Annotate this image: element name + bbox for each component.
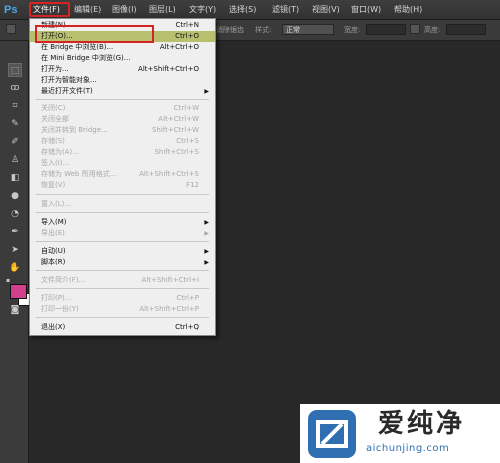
submenu-arrow-icon: ▶ <box>204 259 209 266</box>
menu-item-open-smart-object[interactable]: 打开为智能对象... <box>30 75 215 86</box>
menu-bar: Ps 文件(F) 编辑(E) 图像(I) 图层(L) 文字(Y) 选择(S) 滤… <box>0 0 500 20</box>
menu-item-print[interactable]: 打印(P)... Ctrl+P <box>30 293 215 304</box>
blur-tool-icon[interactable]: ● <box>8 189 22 203</box>
menu-separator <box>36 194 209 195</box>
menu-item-print-one-copy[interactable]: 打印一份(Y) Alt+Shift+Ctrl+P <box>30 304 215 315</box>
photoshop-logo: Ps <box>4 4 18 16</box>
foreground-color-swatch[interactable] <box>10 284 27 299</box>
submenu-arrow-icon: ▶ <box>204 88 209 95</box>
brush-tool-icon[interactable]: ✐ <box>8 135 22 149</box>
watermark-logo-icon <box>308 410 356 458</box>
swap-icon[interactable] <box>410 24 420 34</box>
default-colors-icon[interactable]: ▪ <box>4 277 12 285</box>
tool-preset-icon[interactable] <box>6 24 16 34</box>
menu-filter[interactable]: 滤镜(T) <box>270 3 301 16</box>
submenu-arrow-icon: ▶ <box>204 248 209 255</box>
eyedropper-tool-icon[interactable]: ✎ <box>8 117 22 131</box>
menu-window[interactable]: 窗口(W) <box>349 3 383 16</box>
lasso-tool-icon[interactable]: ꝏ <box>8 81 22 95</box>
menu-item-recent-files[interactable]: 最近打开文件(T) ▶ <box>30 86 215 97</box>
menu-separator <box>36 212 209 213</box>
marquee-tool-icon[interactable]: ⬚ <box>8 63 22 77</box>
menu-item-save-for-web[interactable]: 存储为 Web 所用格式... Alt+Shift+Ctrl+S <box>30 169 215 180</box>
menu-item-check-in[interactable]: 签入(I)... <box>30 158 215 169</box>
menu-separator <box>36 99 209 100</box>
style-select[interactable]: 正常 <box>282 24 334 35</box>
file-menu-dropdown: 新建(N)... Ctrl+N 打开(O)... Ctrl+O 在 Bridge 中… <box>29 18 216 336</box>
menu-item-place[interactable]: 置入(L)... <box>30 199 215 210</box>
menu-separator <box>36 270 209 271</box>
height-label: 高度: <box>424 26 441 34</box>
eraser-tool-icon[interactable]: ◧ <box>8 171 22 185</box>
watermark-title: 爱纯净 <box>378 409 466 439</box>
menu-item-close[interactable]: 关闭(C) Ctrl+W <box>30 103 215 114</box>
menu-item-open-as[interactable]: 打开为... Alt+Shift+Ctrl+O <box>30 64 215 75</box>
tools-panel: ⬚ ꝏ ⌗ ✎ ✐ ♙ ◧ ● ◔ ✒ ➤ ✋ ▪ ◙ <box>0 41 32 463</box>
pen-tool-icon[interactable]: ✒ <box>8 225 22 239</box>
path-select-tool-icon[interactable]: ➤ <box>8 243 22 257</box>
width-field[interactable] <box>366 24 406 35</box>
hand-tool-icon[interactable]: ✋ <box>8 261 22 275</box>
menu-item-file-info[interactable]: 文件简介(F)... Alt+Shift+Ctrl+I <box>30 275 215 286</box>
height-field[interactable] <box>446 24 486 35</box>
menu-item-browse-mini-bridge[interactable]: 在 Mini Bridge 中浏览(G)... <box>30 53 215 64</box>
style-label: 样式: <box>255 26 272 34</box>
menu-layer[interactable]: 图层(L) <box>147 3 178 16</box>
open-item-highlight <box>35 25 154 43</box>
menu-item-import[interactable]: 导入(M) ▶ <box>30 217 215 228</box>
menu-type[interactable]: 文字(Y) <box>187 3 218 16</box>
menu-item-browse-bridge[interactable]: 在 Bridge 中浏览(B)... Alt+Ctrl+O <box>30 42 215 53</box>
quick-mask-icon[interactable]: ◙ <box>8 303 22 317</box>
antialias-label: 消除锯齿 <box>216 26 244 34</box>
watermark-url: aichunjing.com <box>366 443 450 454</box>
menu-item-revert[interactable]: 恢复(V) F12 <box>30 180 215 191</box>
menu-separator <box>36 317 209 318</box>
dodge-tool-icon[interactable]: ◔ <box>8 207 22 221</box>
menu-item-exit[interactable]: 退出(X) Ctrl+Q <box>30 322 215 333</box>
menu-edit[interactable]: 编辑(E) <box>72 3 103 16</box>
menu-item-save-as[interactable]: 存储为(A)... Shift+Ctrl+S <box>30 147 215 158</box>
submenu-arrow-icon: ▶ <box>204 230 209 237</box>
menu-item-close-all[interactable]: 关闭全部 Alt+Ctrl+W <box>30 114 215 125</box>
menu-image[interactable]: 图像(I) <box>110 3 139 16</box>
menu-item-save[interactable]: 存储(S) Ctrl+S <box>30 136 215 147</box>
menu-separator <box>36 288 209 289</box>
width-label: 宽度: <box>344 26 361 34</box>
file-menu-highlight <box>29 2 70 17</box>
menu-item-scripts[interactable]: 脚本(R) ▶ <box>30 257 215 268</box>
menu-separator <box>36 241 209 242</box>
menu-help[interactable]: 帮助(H) <box>392 3 424 16</box>
stamp-tool-icon[interactable]: ♙ <box>8 153 22 167</box>
menu-select[interactable]: 选择(S) <box>227 3 258 16</box>
submenu-arrow-icon: ▶ <box>204 219 209 226</box>
menu-item-export[interactable]: 导出(E) ▶ <box>30 228 215 239</box>
menu-view[interactable]: 视图(V) <box>310 3 342 16</box>
menu-item-close-go-bridge[interactable]: 关闭并转到 Bridge... Shift+Ctrl+W <box>30 125 215 136</box>
menu-item-automate[interactable]: 自动(U) ▶ <box>30 246 215 257</box>
watermark: 爱纯净 aichunjing.com <box>300 404 500 463</box>
crop-tool-icon[interactable]: ⌗ <box>8 99 22 113</box>
